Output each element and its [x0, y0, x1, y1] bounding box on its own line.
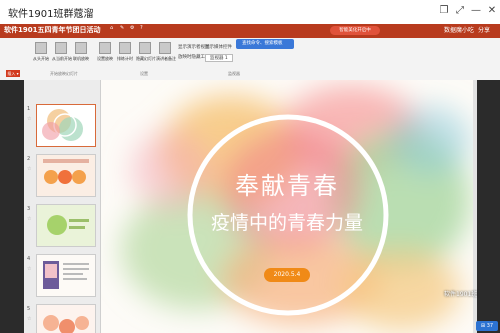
slide-thumbnail-2[interactable] — [36, 154, 96, 197]
date-badge: 2020.5.4 — [264, 268, 310, 282]
star-icon: ☆ — [27, 166, 32, 172]
monitor-dropdown[interactable]: 监视器 1 — [205, 54, 233, 62]
slide-subtitle: 疫情中的青春力量 — [210, 212, 363, 234]
group-label-start: 开始放映幻灯片 — [50, 71, 78, 76]
document-title: 软件1901五四青年节团日活动 — [4, 26, 101, 34]
slide-title: 奉献青春 — [235, 172, 339, 200]
timer-icon — [119, 42, 131, 54]
close-icon[interactable]: ✕ — [486, 5, 498, 17]
slide-number: 5 — [27, 306, 31, 312]
share-button[interactable]: 分享 — [478, 25, 490, 34]
ribbon-button-label: 排练计时 — [117, 56, 133, 61]
slide-thumb-art — [37, 255, 95, 296]
setup-icon — [99, 42, 111, 54]
ribbon-button-label: 从当前开始 — [52, 56, 72, 61]
ribbon-button-label: 演讲者备注 — [156, 56, 176, 61]
slide-thumb-art — [37, 205, 95, 246]
slide-number: 2 — [27, 156, 31, 162]
star-icon: ☆ — [27, 216, 32, 222]
ribbon-button-label: 联机放映 — [73, 56, 89, 61]
slide-number: 4 — [27, 256, 31, 262]
ribbon-button-label: 设置放映 — [97, 56, 113, 61]
zoom-badge[interactable]: ⊞ 37 — [476, 321, 498, 331]
slide-number: 1 — [27, 106, 31, 112]
status-pill[interactable]: 智能美化开启中 — [330, 26, 380, 35]
group-label-monitor: 监视器 — [228, 71, 240, 76]
slide-thumb-art — [37, 305, 95, 333]
ribbon: 从头开始 从当前开始 联机放映 设置放映 排练计时 隐藏幻灯片 演讲者备注 显示… — [0, 38, 500, 81]
ribbon-button-from-start[interactable]: 从头开始 — [32, 42, 50, 64]
slide-number: 3 — [27, 206, 31, 212]
settings-icon[interactable]: ⚙ — [130, 25, 134, 31]
ribbon-button-label: 隐藏幻灯片 — [136, 56, 156, 61]
ribbon-button-label: 从头开始 — [33, 56, 49, 61]
right-dark-strip — [477, 80, 500, 333]
ribbon-button-online[interactable]: 联机放映 — [72, 42, 90, 64]
slide-thumbnail-panel[interactable]: 1 ☆ 2 ☆ 3 ☆ 4 ☆ 5 ☆ — [24, 80, 101, 333]
play-icon — [35, 42, 47, 54]
edit-icon[interactable]: ✎ — [120, 25, 124, 31]
insert-button[interactable]: 插入 ▾ — [6, 70, 20, 77]
account-name[interactable]: 数据魔小吃 — [444, 25, 474, 34]
window-title: 软件1901班群蔻溜 — [8, 8, 94, 20]
ribbon-button-notes[interactable]: 演讲者备注 — [156, 42, 176, 64]
slide-thumbnail-1[interactable] — [36, 104, 96, 147]
restore-icon[interactable]: ❐ — [438, 5, 450, 17]
ribbon-button-rehearse[interactable]: 排练计时 — [116, 42, 134, 64]
expand-icon[interactable]: ⤢ — [454, 5, 466, 17]
presentation-app: 软件1901五四青年节团日活动 ⌂ ✎ ⚙ ? 智能美化开启中 数据魔小吃 分享… — [0, 24, 500, 333]
slide-thumbnail-4[interactable] — [36, 254, 96, 297]
search-command-input[interactable]: 查找命令、搜索模板 — [236, 39, 294, 49]
star-icon: ☆ — [27, 266, 32, 272]
star-icon: ☆ — [27, 316, 32, 322]
ribbon-tab-strip: 软件1901五四青年节团日活动 ⌂ ✎ ⚙ ? 智能美化开启中 数据魔小吃 分享 — [0, 24, 500, 38]
watermark-text: 软件1901班 — [444, 291, 478, 298]
window-titlebar: 软件1901班群蔻溜 ❐ ⤢ — ✕ — [0, 0, 500, 24]
slide-canvas[interactable]: 奉献青春 疫情中的青春力量 2020.5.4 — [101, 80, 473, 333]
hide-slide-icon — [139, 42, 151, 54]
notes-icon — [159, 42, 171, 54]
home-icon[interactable]: ⌂ — [110, 25, 113, 31]
watercolor-background — [101, 80, 473, 333]
group-label-setup: 设置 — [140, 71, 148, 76]
slide-thumbnail-3[interactable] — [36, 204, 96, 247]
slide-thumb-art — [42, 109, 83, 141]
play-current-icon — [55, 42, 67, 54]
ribbon-button-from-current[interactable]: 从当前开始 — [52, 42, 72, 64]
left-dark-strip — [0, 80, 24, 333]
minimize-icon[interactable]: — — [470, 5, 482, 17]
slide-thumb-art — [37, 155, 95, 196]
ribbon-button-setup[interactable]: 设置放映 — [96, 42, 114, 64]
ribbon-button-hide[interactable]: 隐藏幻灯片 — [136, 42, 156, 64]
online-icon — [75, 42, 87, 54]
star-icon: ☆ — [27, 116, 32, 122]
slide-thumbnail-5[interactable] — [36, 304, 96, 333]
help-icon[interactable]: ? — [140, 25, 143, 31]
check-media-controls[interactable]: 显示媒体控件 — [205, 44, 232, 50]
